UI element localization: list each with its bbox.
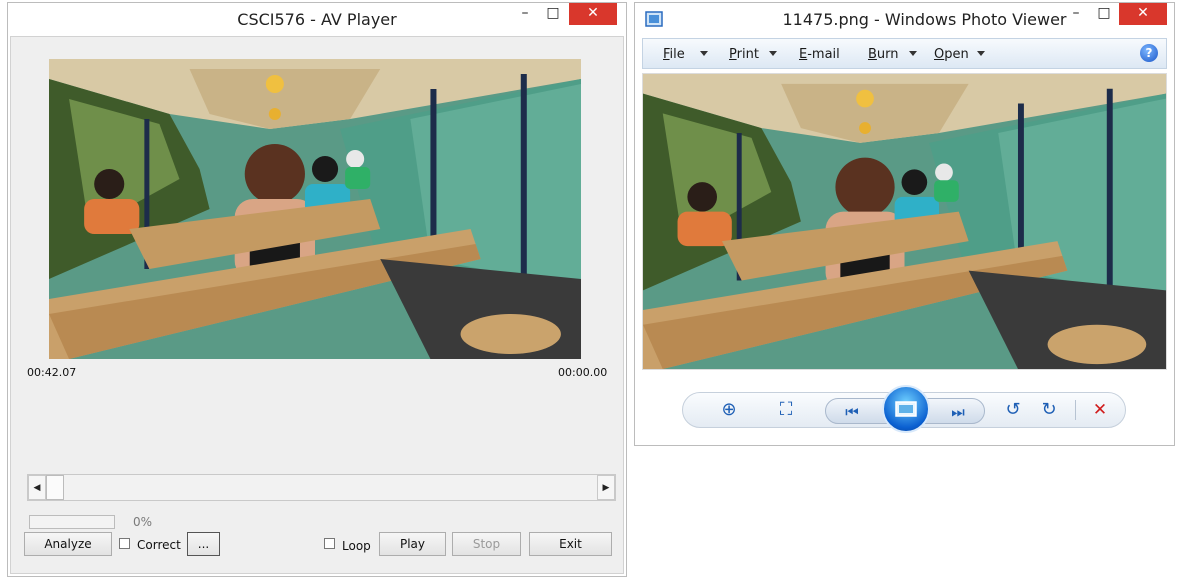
scroll-left-arrow-icon[interactable]: ◀ (28, 475, 46, 500)
menu-print[interactable]: Print (729, 47, 759, 62)
menu-burn[interactable]: Burn (868, 47, 899, 62)
correct-label: Correct (137, 538, 181, 552)
seek-scrollbar[interactable]: ◀ ▶ (27, 474, 616, 501)
open-dropdown-arrow-icon[interactable] (977, 51, 985, 56)
exit-button[interactable]: Exit (529, 532, 612, 556)
slideshow-icon (895, 401, 917, 417)
loop-checkbox[interactable] (324, 538, 335, 549)
av-player-window: CSCI576 - AV Player – □ ✕ 00:42.07 00:00… (7, 2, 627, 577)
previous-icon[interactable]: ⏮ (838, 395, 866, 429)
print-dropdown-arrow-icon[interactable] (769, 51, 777, 56)
menu-email-mnemonic: E (799, 47, 808, 62)
rotate-counterclockwise-icon[interactable]: ↺ (999, 393, 1027, 427)
actual-size-icon[interactable]: ⛶ (769, 393, 803, 427)
menu-print-label: rint (736, 47, 759, 62)
correct-checkbox[interactable] (119, 538, 130, 549)
menu-file[interactable]: File (663, 47, 685, 62)
av-player-client: 00:42.07 00:00.00 ◀ ▶ 0% Analyze Correct… (10, 36, 624, 574)
photo-viewer-menubar: File Print E-mail Burn Open ? (642, 38, 1167, 69)
photo-viewer-app-icon (645, 11, 663, 27)
file-dropdown-arrow-icon[interactable] (700, 51, 708, 56)
video-image (49, 59, 581, 359)
minimize-button[interactable]: – (1062, 3, 1090, 25)
zoom-icon[interactable]: ⊕ (711, 393, 747, 427)
loop-label: Loop (342, 539, 371, 553)
photo-viewer-toolbar: ⊕ ⛶ ⏮ ⏭ ↺ ↻ ✕ (682, 385, 1126, 433)
next-icon[interactable]: ⏭ (944, 395, 972, 429)
burn-dropdown-arrow-icon[interactable] (909, 51, 917, 56)
delete-icon[interactable]: ✕ (1085, 393, 1115, 427)
video-frame (49, 59, 581, 359)
menu-open-mnemonic: O (934, 47, 945, 62)
help-icon[interactable]: ? (1140, 44, 1158, 62)
av-player-titlebar[interactable]: CSCI576 - AV Player – □ ✕ (8, 3, 626, 35)
analyze-button[interactable]: Analyze (24, 532, 112, 556)
scroll-right-arrow-icon[interactable]: ▶ (597, 475, 615, 500)
menu-burn-mnemonic: B (868, 47, 877, 62)
menu-email-label: -mail (807, 47, 840, 62)
slideshow-button[interactable] (882, 385, 930, 433)
photo-viewer-titlebar[interactable]: 11475.png - Windows Photo Viewer – □ ✕ (635, 3, 1174, 35)
scroll-thumb[interactable] (46, 475, 64, 500)
photo-image (643, 74, 1166, 369)
play-button[interactable]: Play (379, 532, 446, 556)
minimize-button[interactable]: – (511, 3, 539, 25)
toolbar-divider (1075, 400, 1076, 420)
stop-button[interactable]: Stop (452, 532, 521, 556)
menu-print-mnemonic: P (729, 47, 737, 62)
progress-percent: 0% (133, 515, 153, 529)
remaining-time: 00:00.00 (558, 366, 608, 379)
maximize-button[interactable]: □ (1090, 3, 1118, 25)
browse-button[interactable]: ... (187, 532, 220, 556)
analysis-progress-bar (29, 515, 115, 529)
menu-email[interactable]: E-mail (799, 47, 840, 62)
menu-open-label: pen (944, 47, 969, 62)
menu-open[interactable]: Open (934, 47, 969, 62)
close-button[interactable]: ✕ (1119, 3, 1167, 25)
maximize-button[interactable]: □ (539, 3, 567, 25)
photo-display (642, 73, 1167, 370)
elapsed-time: 00:42.07 (27, 366, 77, 379)
close-button[interactable]: ✕ (569, 3, 617, 25)
menu-burn-label: urn (876, 47, 899, 62)
photo-viewer-window: 11475.png - Windows Photo Viewer – □ ✕ F… (634, 2, 1175, 446)
menu-file-label: ile (669, 47, 685, 62)
rotate-clockwise-icon[interactable]: ↻ (1035, 393, 1063, 427)
